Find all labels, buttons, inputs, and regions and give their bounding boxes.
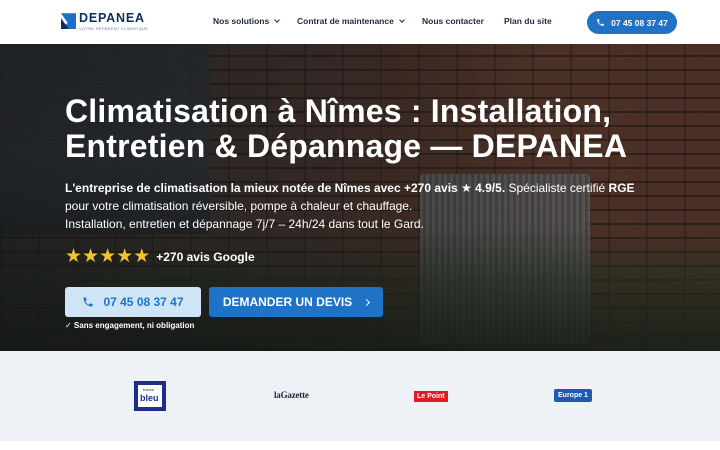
- hero-desc-bold-2: RGE: [608, 181, 635, 195]
- nav-item-contrat-maintenance[interactable]: Contrat de maintenance: [297, 16, 405, 26]
- le-point-logo: Le Point: [414, 391, 448, 402]
- nav-item-nous-contacter[interactable]: Nous contacter: [422, 16, 484, 26]
- nav-item-label: Contrat de maintenance: [297, 16, 394, 26]
- chevron-right-icon: [363, 298, 371, 306]
- hero-desc-text-2: pour votre climatisation réversible, pom…: [65, 199, 413, 213]
- quote-button-label: DEMANDER UN DEVIS: [222, 295, 353, 309]
- star-icon: ★: [65, 246, 83, 267]
- header-phone-label: 07 45 08 37 47: [611, 17, 668, 28]
- press-logos-band: france bleu laGazette Le Point Europe 1: [0, 351, 720, 441]
- depanea-logo[interactable]: DEPANEA Votre référent climatique: [61, 12, 148, 31]
- no-commitment-note: ✓ Sans engagement, ni obligation: [65, 321, 195, 330]
- star-icon: ★: [133, 246, 151, 267]
- phone-icon: [83, 297, 93, 307]
- chevron-down-icon: [274, 16, 281, 23]
- hero-description: L'entreprise de climatisation la mieux n…: [65, 179, 645, 233]
- chevron-down-icon: [398, 16, 405, 23]
- logo-mark-icon: [61, 13, 76, 30]
- rating-row: ★ ★ ★ ★ ★ +270 avis Google: [65, 247, 255, 266]
- call-button[interactable]: 07 45 08 37 47: [65, 287, 201, 317]
- hero-desc-bold-1: L'entreprise de climatisation la mieux n…: [65, 181, 506, 195]
- site-header: DEPANEA Votre référent climatique Nos so…: [0, 0, 720, 44]
- hero-desc-text-1: Spécialiste certifié: [505, 181, 609, 195]
- france-bleu-small: france: [143, 387, 155, 392]
- europe1-logo: Europe 1: [554, 389, 592, 402]
- nav-item-label: Nous contacter: [422, 16, 484, 26]
- star-icon: ★: [99, 246, 117, 267]
- star-icon: ★: [116, 246, 134, 267]
- reviews-count: +270 avis Google: [156, 249, 255, 264]
- nav-item-plan-du-site[interactable]: Plan du site: [504, 16, 552, 26]
- quote-button[interactable]: DEMANDER UN DEVIS: [209, 287, 383, 317]
- phone-icon: [597, 19, 604, 26]
- page-title: Climatisation à Nîmes : Installation, En…: [65, 93, 628, 164]
- nav-item-label: Plan du site: [504, 16, 552, 26]
- hero-section: Climatisation à Nîmes : Installation, En…: [0, 44, 720, 351]
- logo-tagline: Votre référent climatique: [79, 25, 149, 31]
- france-bleu-word: bleu: [140, 393, 159, 403]
- logo-name: DEPANEA: [79, 11, 145, 25]
- header-phone-button[interactable]: 07 45 08 37 47: [587, 11, 677, 34]
- nav-item-nos-solutions[interactable]: Nos solutions: [213, 16, 281, 26]
- star-icon: ★: [82, 246, 100, 267]
- france-bleu-logo: france bleu: [134, 381, 166, 411]
- la-gazette-logo: laGazette: [274, 390, 309, 400]
- call-button-label: 07 45 08 37 47: [103, 295, 184, 309]
- hero-desc-line-3: Installation, entretien et dépannage 7j/…: [65, 217, 424, 231]
- nav-item-label: Nos solutions: [213, 16, 270, 26]
